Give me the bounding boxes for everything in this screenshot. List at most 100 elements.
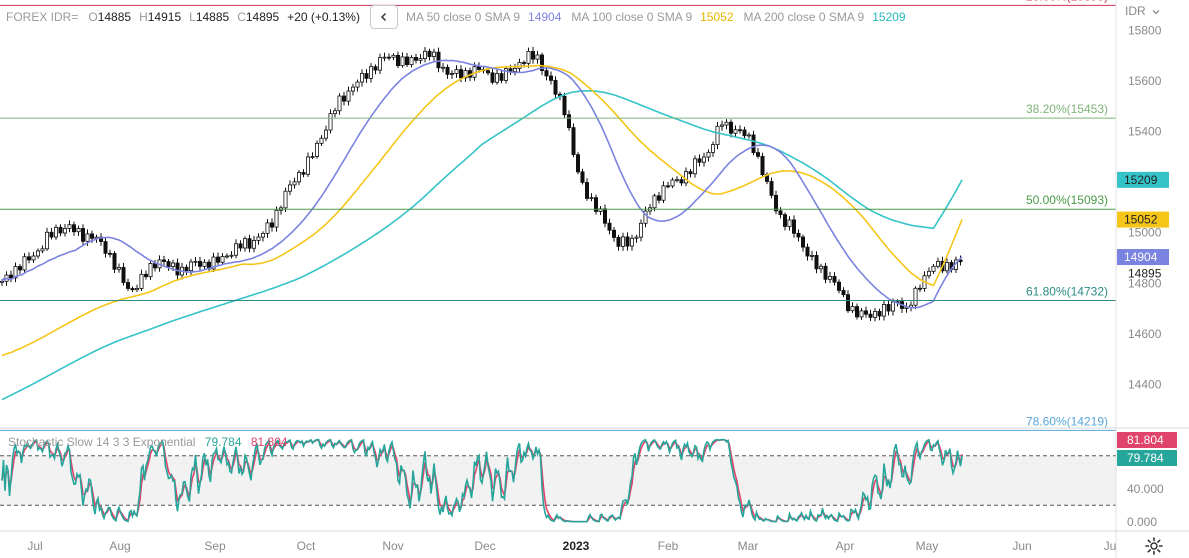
low-label: L	[189, 10, 196, 24]
stochastic-value-tag: 79.784	[1117, 450, 1177, 466]
candle-body	[805, 246, 810, 257]
fib-label: 23.60%(15899)	[1026, 0, 1108, 3]
open-value: 14885	[97, 10, 132, 24]
candle-body	[535, 54, 540, 60]
candle-body	[652, 195, 657, 209]
candle-body	[760, 155, 765, 176]
candle-body	[247, 238, 252, 249]
candle-body	[621, 236, 626, 247]
candle-body	[476, 66, 481, 70]
candle-body	[603, 208, 608, 224]
price-tick-label: 15400	[1128, 125, 1162, 139]
candle-body	[134, 288, 139, 291]
candle-body	[868, 313, 873, 318]
ma-100-name: MA 100 close 0 SMA 9	[571, 10, 693, 24]
candle-body	[359, 73, 364, 83]
candle-body	[431, 51, 436, 57]
candle-body	[913, 287, 918, 306]
candle-body	[571, 127, 576, 156]
candle-body	[233, 243, 238, 256]
candle-body	[567, 114, 572, 129]
candle-body	[256, 236, 261, 241]
ma-50-name: MA 50 close 0 SMA 9	[405, 10, 521, 24]
candle-body	[269, 222, 274, 228]
ma-100-legend[interactable]: MA 100 close 0 SMA 9 15052	[571, 10, 733, 24]
ma-200-legend[interactable]: MA 200 close 0 SMA 9 15209	[744, 10, 906, 24]
fib-label: 61.80%(14732)	[1026, 285, 1108, 299]
fib-label: 38.20%(15453)	[1026, 102, 1108, 116]
price-panel[interactable]: 23.60%(15899) 38.20%(15453) 50.00%(15093) 6…	[0, 0, 1116, 431]
ma-50-legend[interactable]: MA 50 close 0 SMA 9 14904	[406, 10, 561, 24]
candle-body	[319, 137, 324, 144]
chevron-left-icon	[380, 12, 386, 22]
candle-body	[391, 54, 396, 58]
candle-body	[823, 265, 828, 280]
candle-body	[337, 95, 342, 112]
candle-body	[927, 270, 932, 277]
candle-body	[310, 156, 315, 158]
chart-canvas[interactable]: 23.60%(15899) 38.20%(15453) 50.00%(15093) 6…	[0, 0, 1189, 558]
candle-body	[143, 273, 148, 278]
candle-body	[458, 69, 463, 79]
candle-body	[877, 311, 882, 317]
time-tick-label: Dec	[474, 539, 495, 553]
candle-body	[328, 113, 333, 131]
candle-body	[90, 233, 95, 239]
candle-body	[774, 194, 779, 212]
candle-body	[126, 282, 131, 289]
time-tick-label: Apr	[836, 539, 855, 553]
stochastic-k-value: 79.784	[204, 435, 242, 449]
price-tick-label: 15000	[1128, 226, 1162, 240]
candle-body	[121, 266, 126, 283]
candle-body	[846, 294, 851, 312]
currency-label: IDR	[1125, 4, 1146, 18]
candle-body	[413, 57, 418, 61]
candle-body	[287, 184, 292, 192]
stochastic-title: Stochastic Slow 14 3 3 Exponential	[8, 435, 196, 449]
candle-body	[936, 260, 941, 267]
candle-body	[364, 73, 369, 79]
candle-body	[796, 232, 801, 238]
currency-menu[interactable]: IDR	[1125, 4, 1160, 18]
gear-icon[interactable]	[1144, 536, 1164, 556]
time-tick-label: May	[916, 539, 939, 553]
price-tick-label: 15800	[1128, 23, 1162, 37]
chevron-down-icon	[1152, 9, 1160, 15]
candle-body	[54, 226, 59, 238]
candle-body	[580, 171, 585, 183]
candle-body	[733, 129, 738, 134]
candle-body	[112, 253, 117, 270]
candle-body	[454, 69, 459, 74]
ma-tag-label: 14904	[1124, 250, 1158, 264]
time-tick-label: Mar	[738, 539, 759, 553]
candle-body	[778, 210, 783, 215]
candle-body	[585, 182, 590, 199]
ma-tag-label: 15052	[1124, 213, 1158, 227]
change-value: +20 (+0.13%)	[287, 10, 360, 24]
candle-body	[175, 262, 180, 276]
candle-body	[634, 236, 639, 239]
time-tick-label: 2023	[563, 539, 590, 553]
chart-legend: FOREX IDR= O 14885 H 14915 L 14885 C 148…	[6, 4, 916, 30]
price-tick-label: 14600	[1128, 327, 1162, 341]
candle-body	[103, 241, 108, 254]
collapse-legend-button[interactable]	[369, 5, 398, 29]
time-tick-label: Aug	[109, 539, 130, 553]
low-value: 14885	[195, 10, 230, 24]
candle-body	[49, 231, 54, 238]
ma-200-line	[1, 90, 963, 401]
candle-body	[148, 263, 153, 278]
time-tick-label: Jul	[27, 539, 42, 553]
candle-body	[188, 261, 193, 272]
ma-50-value: 14904	[528, 10, 562, 24]
candle-body	[139, 273, 144, 289]
time-tick-label: Feb	[658, 539, 679, 553]
stochastic-panel[interactable]	[0, 438, 1116, 523]
ma-200-name: MA 200 close 0 SMA 9	[743, 10, 865, 24]
candle-body	[810, 254, 815, 257]
stochastic-tick-label: 0.000	[1127, 515, 1157, 529]
candlesticks	[0, 46, 963, 322]
high-label: H	[139, 10, 148, 24]
high-value: 14915	[147, 10, 182, 24]
candle-body	[945, 262, 950, 272]
